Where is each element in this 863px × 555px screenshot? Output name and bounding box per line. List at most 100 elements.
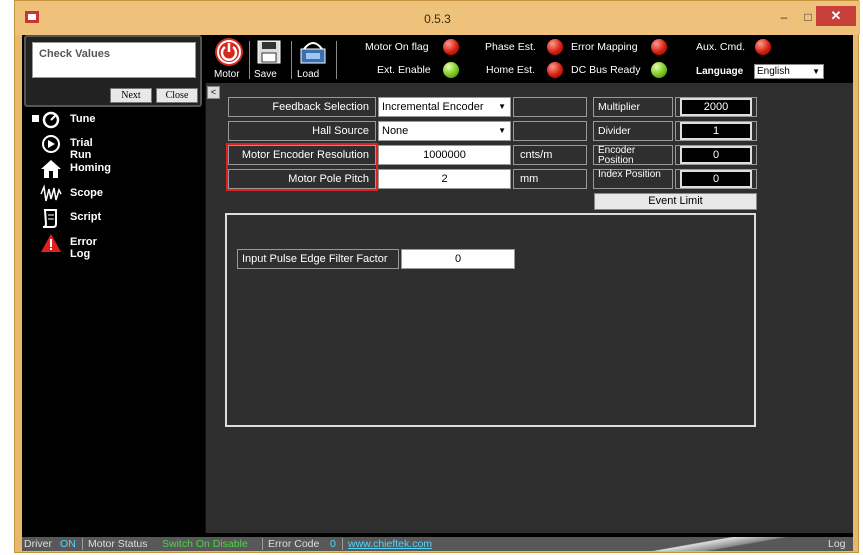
window-title: 0.5.3 — [424, 12, 451, 26]
home-est-led-icon — [547, 62, 563, 78]
ext-enable-led-icon — [443, 62, 459, 78]
status-separator — [342, 538, 343, 550]
log-button[interactable]: Log — [828, 537, 846, 551]
index-position-cell: 0 — [675, 169, 757, 189]
flag-aux-cmd: Aux. Cmd. — [696, 41, 746, 53]
floppy-disk-icon — [257, 40, 281, 64]
check-values-title: Check Values — [39, 48, 110, 60]
status-separator — [262, 538, 263, 550]
motor-status-value: Switch On Disable — [162, 538, 248, 550]
status-bar: Driver ON Motor Status Switch On Disable… — [22, 537, 853, 551]
feedback-selection-label: Feedback Selection — [228, 97, 376, 117]
sidebar-item-label: Scope — [70, 187, 104, 199]
script-icon — [42, 209, 57, 228]
empty-cell — [513, 97, 587, 117]
home-icon — [41, 160, 61, 178]
motor-on-led-icon — [443, 39, 459, 55]
hall-source-select[interactable]: None ▼ — [378, 121, 511, 141]
motor-label: Motor — [214, 69, 240, 80]
status-decoration — [622, 537, 812, 551]
check-values-panel: Check Values Next Close — [24, 35, 202, 107]
minimize-button[interactable]: – — [773, 9, 795, 25]
driver-label: Driver — [24, 538, 52, 550]
next-button[interactable]: Next — [110, 88, 152, 103]
toolbar-separator — [249, 41, 250, 79]
filter-factor-input[interactable]: 0 — [401, 249, 515, 269]
error-mapping-led-icon — [651, 39, 667, 55]
divider-cell: 1 — [675, 121, 757, 141]
filter-factor-label: Input Pulse Edge Filter Factor — [237, 249, 399, 269]
multiplier-value: 2000 — [680, 98, 752, 116]
encoder-resolution-unit: cnts/m — [513, 145, 587, 165]
error-code-value: 0 — [330, 538, 336, 550]
index-position-label: Index Position — [593, 169, 673, 189]
status-separator — [82, 538, 83, 550]
index-position-value: 0 — [680, 170, 752, 188]
load-icon — [300, 42, 326, 64]
flag-ext-enable: Ext. Enable — [377, 64, 431, 76]
aux-cmd-led-icon — [755, 39, 771, 55]
feedback-selection-select[interactable]: Incremental Encoder ▼ — [378, 97, 511, 117]
highlight-box — [226, 143, 378, 191]
collapse-panel-button[interactable]: < — [207, 86, 220, 99]
flag-phase-est: Phase Est. — [485, 41, 536, 53]
sidebar-item-label: Tune — [70, 113, 96, 125]
flag-home-est: Home Est. — [486, 64, 536, 76]
close-window-button[interactable]: ✕ — [816, 6, 856, 26]
flag-error-mapping: Error Mapping — [571, 41, 638, 53]
tune-icon — [42, 111, 60, 129]
toolbar-separator — [336, 41, 337, 79]
flag-motor-on: Motor On flag — [365, 41, 429, 53]
dc-bus-ready-led-icon — [651, 62, 667, 78]
chevron-down-icon: ▼ — [812, 67, 820, 76]
sidebar-item-label: Error Log — [70, 236, 97, 260]
language-label: Language — [696, 66, 744, 77]
main-panel: < Feedback Selection Incremental Encoder… — [205, 83, 853, 533]
filter-group-box: Input Pulse Edge Filter Factor 0 — [225, 213, 756, 427]
phase-est-led-icon — [547, 39, 563, 55]
load-button[interactable]: Load — [295, 37, 333, 81]
encoder-resolution-input[interactable]: 1000000 — [378, 145, 511, 165]
multiplier-label: Multiplier — [593, 97, 673, 117]
error-code-label: Error Code — [268, 538, 320, 550]
save-label: Save — [254, 69, 277, 80]
language-select[interactable]: English ▼ — [754, 64, 824, 79]
tree-collapse-icon[interactable] — [32, 115, 39, 122]
divider-label: Divider — [593, 121, 673, 141]
app-window: 0.5.3 – □ ✕ Motor Save Load Motor On fla… — [14, 0, 860, 553]
motor-status-label: Motor Status — [88, 538, 148, 550]
driver-status-value: ON — [60, 538, 76, 550]
pole-pitch-input[interactable]: 2 — [378, 169, 511, 189]
motor-button[interactable]: Motor — [212, 37, 246, 81]
play-icon — [42, 135, 60, 153]
language-value: English — [757, 66, 790, 77]
multiplier-cell: 2000 — [675, 97, 757, 117]
sidebar-item-label: Script — [70, 211, 102, 223]
sidebar-item-label: Homing — [70, 162, 111, 174]
client-area: Motor Save Load Motor On flag Ext. Enabl… — [22, 35, 853, 551]
scope-icon — [40, 184, 62, 202]
hall-source-value: None — [382, 125, 409, 137]
power-icon — [215, 38, 243, 66]
divider-value: 1 — [680, 122, 752, 140]
save-button[interactable]: Save — [252, 37, 288, 81]
event-limit-button[interactable]: Event Limit — [594, 193, 757, 210]
toolbar-separator — [291, 41, 292, 79]
empty-cell — [513, 121, 587, 141]
pole-pitch-unit: mm — [513, 169, 587, 189]
website-link[interactable]: www.chieftek.com — [348, 537, 432, 551]
flag-dc-bus-ready: DC Bus Ready — [571, 64, 641, 76]
hall-source-label: Hall Source — [228, 121, 376, 141]
chevron-down-icon: ▼ — [498, 126, 506, 135]
encoder-position-cell: 0 — [675, 145, 757, 165]
check-values-box: Check Values — [32, 42, 196, 78]
encoder-position-label: Encoder Position — [593, 145, 673, 166]
feedback-selection-value: Incremental Encoder — [382, 101, 484, 113]
sidebar: Tune Trial Run Homing Scope Script Error… — [22, 107, 204, 537]
load-label: Load — [297, 69, 320, 80]
title-bar[interactable]: 0.5.3 – □ ✕ — [15, 1, 860, 35]
sidebar-item-label: Trial Run — [70, 137, 93, 161]
close-button[interactable]: Close — [156, 88, 198, 103]
warning-icon — [41, 234, 61, 252]
encoder-position-value: 0 — [680, 146, 752, 164]
